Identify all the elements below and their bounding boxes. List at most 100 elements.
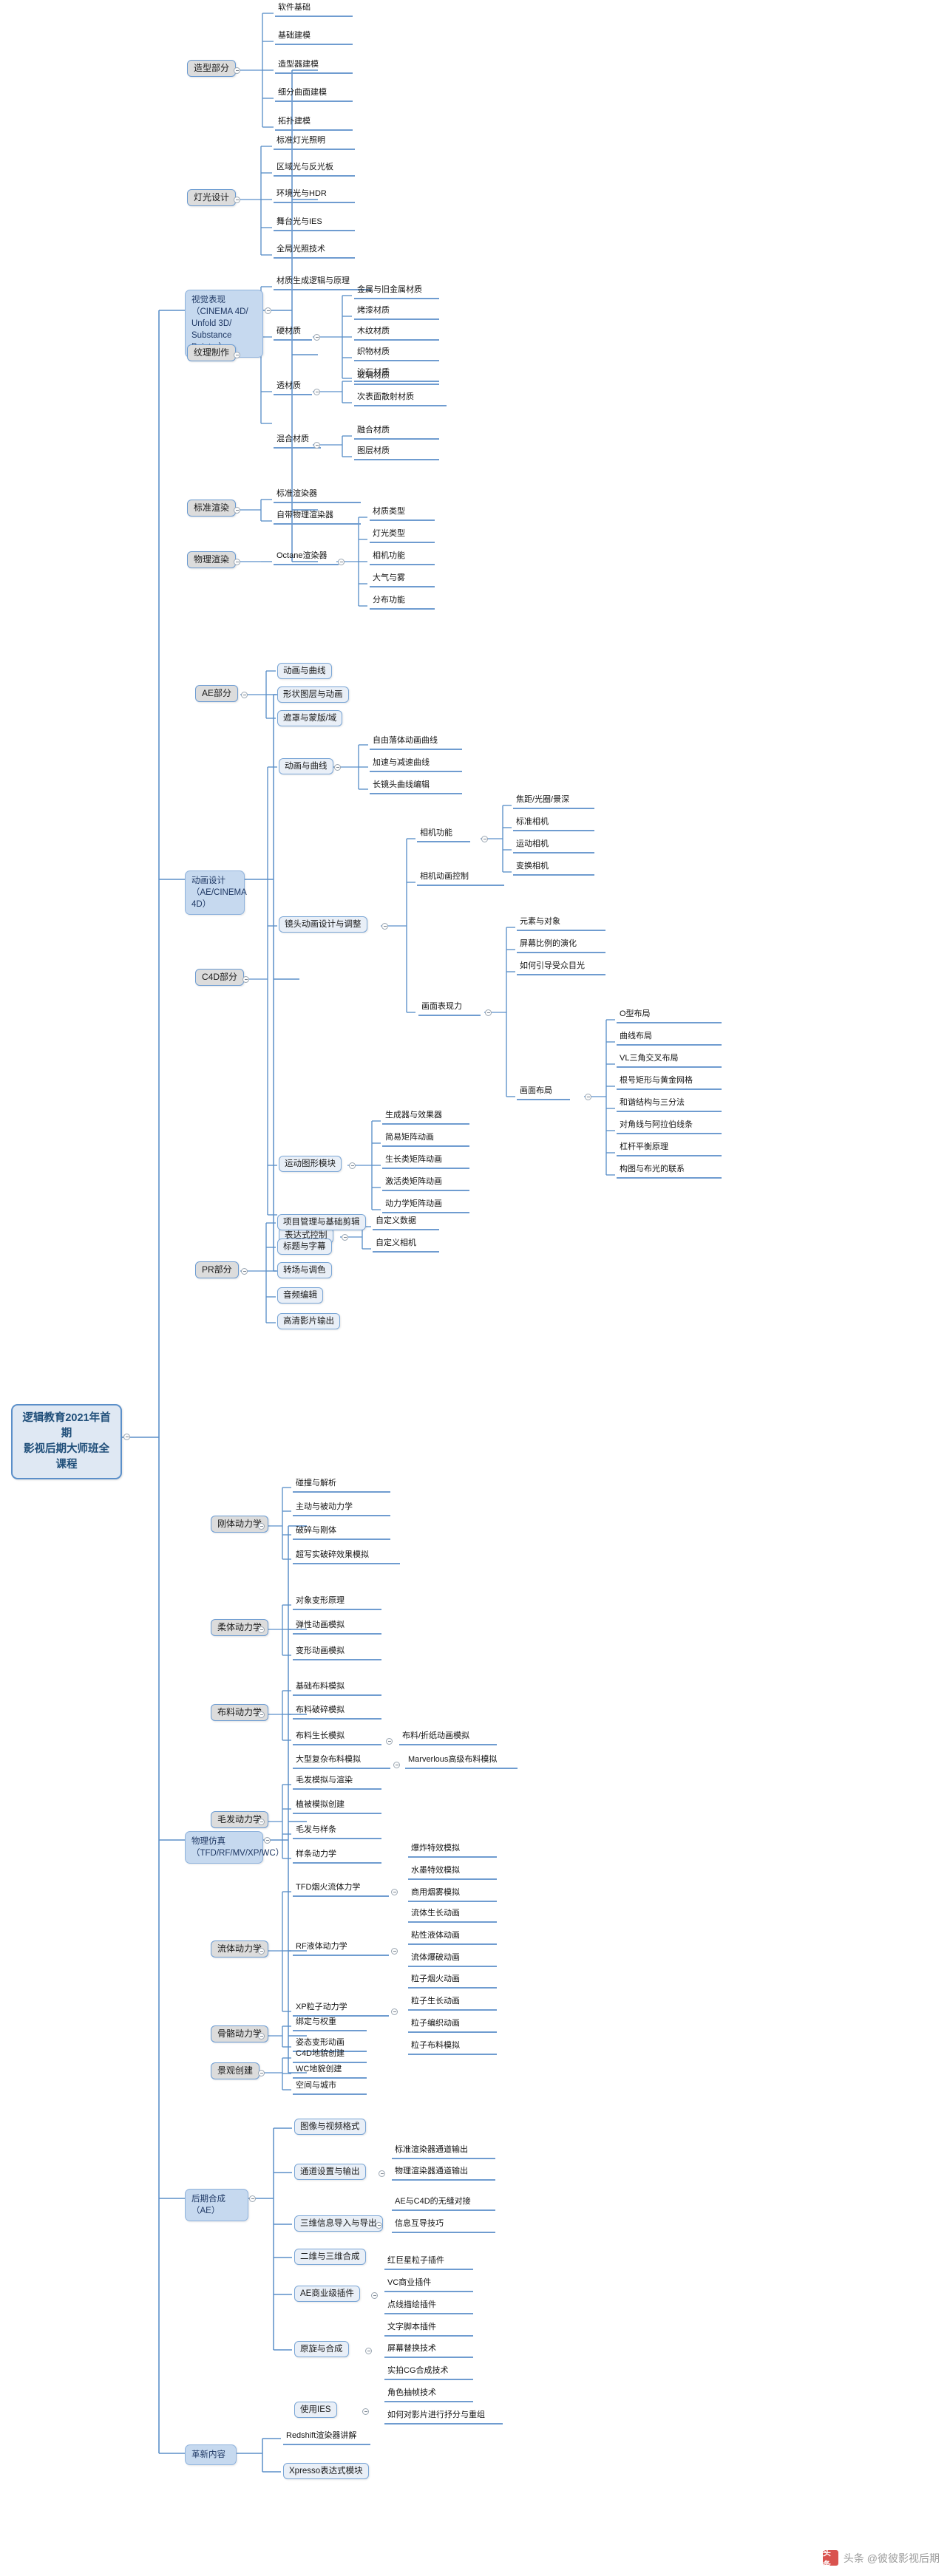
collapse-toggle[interactable] <box>234 559 240 565</box>
collapse-toggle[interactable] <box>585 1094 591 1100</box>
group-landscape[interactable]: 景观创建 <box>211 2062 260 2079</box>
leaf-growth-matrix-anim[interactable]: 生长类矩阵动画 <box>382 1155 469 1169</box>
collapse-toggle[interactable] <box>481 836 488 842</box>
collapse-toggle[interactable] <box>123 1434 130 1440</box>
collapse-toggle[interactable] <box>258 2033 265 2040</box>
group-original-compositing[interactable]: 原旋与合成 <box>294 2341 349 2358</box>
group-physical-render[interactable]: 物理渲染 <box>187 551 237 568</box>
leaf-space-city[interactable]: 空间与城市 <box>293 2081 367 2095</box>
leaf-fracture-rigidbody[interactable]: 破碎与刚体 <box>293 1526 390 1540</box>
collapse-toggle[interactable] <box>334 764 341 771</box>
leaf-film-reorganization[interactable]: 如何对影片进行抒分与重组 <box>384 2410 503 2425</box>
leaf-guide-audience-eye[interactable]: 如何引导受众目光 <box>517 961 605 975</box>
leaf-image-video-format[interactable]: 图像与视频格式 <box>294 2119 366 2136</box>
collapse-toggle[interactable] <box>234 67 240 74</box>
leaf-tfd-fire-fluid[interactable]: TFD烟火流体力学 <box>293 1883 389 1897</box>
leaf-blend-material[interactable]: 融合材质 <box>354 426 439 440</box>
leaf-rf-liquid-dynamics[interactable]: RF液体动力学 <box>293 1942 389 1956</box>
collapse-toggle[interactable] <box>362 2408 369 2415</box>
collapse-toggle[interactable] <box>241 1268 248 1275</box>
leaf-explosion-sim[interactable]: 爆炸特效模拟 <box>408 1844 497 1858</box>
leaf-diagonal-arabic-lines[interactable]: 对角线与阿拉伯线条 <box>617 1120 722 1134</box>
collapse-toggle[interactable] <box>313 389 320 395</box>
leaf-photoreal-fracture[interactable]: 超写实破碎效果模拟 <box>293 1550 400 1564</box>
leaf-ae-c4d-pipeline[interactable]: AE与C4D的无缝对接 <box>392 2197 495 2211</box>
leaf-redshift-renderer[interactable]: Redshift渲染器讲解 <box>283 2431 370 2445</box>
leaf-area-light[interactable]: 区域光与反光板 <box>274 163 355 177</box>
leaf-screen-replace[interactable]: 屏幕替换技术 <box>384 2344 473 2358</box>
collapse-toggle[interactable] <box>264 1837 271 1844</box>
collapse-toggle[interactable] <box>365 2348 372 2354</box>
leaf-particle-weave-anim[interactable]: 粒子编织动画 <box>408 2019 497 2033</box>
group-standard-render[interactable]: 标准渲染 <box>187 500 237 517</box>
leaf-standard-lighting[interactable]: 标准灯光照明 <box>274 136 355 150</box>
leaf-audio-editing[interactable]: 音频编辑 <box>277 1287 323 1304</box>
leaf-standard-camera[interactable]: 标准相机 <box>513 817 594 831</box>
leaf-root-rect-golden-grid[interactable]: 根号矩形与黄金网格 <box>617 1076 722 1090</box>
branch-physics-simulation[interactable]: 物理仿真（TFD/RF/MV/XP/WC） <box>185 1831 284 1864</box>
leaf-motion-camera[interactable]: 运动相机 <box>513 839 594 853</box>
leaf-elastic-anim-sim[interactable]: 弹性动画模拟 <box>293 1621 381 1635</box>
leaf-cloth-fracture-sim[interactable]: 布料破碎模拟 <box>293 1706 381 1720</box>
group-ae-commercial-plugins[interactable]: AE商业级插件 <box>294 2286 360 2303</box>
leaf-o-layout[interactable]: O型布局 <box>617 1009 722 1023</box>
leaf-cloth-origami-anim[interactable]: 布料/折纸动画模拟 <box>399 1731 497 1745</box>
leaf-topology-modeling[interactable]: 拓扑建模 <box>275 117 353 131</box>
leaf-hd-export[interactable]: 高清影片输出 <box>277 1313 340 1330</box>
group-visual-expressiveness[interactable]: 画面表现力 <box>418 1002 481 1016</box>
leaf-scatter-features[interactable]: 分布功能 <box>370 596 435 610</box>
leaf-info-exchange-tips[interactable]: 信息互导技巧 <box>392 2219 495 2233</box>
collapse-toggle[interactable] <box>234 352 240 358</box>
leaf-standard-renderer-channels[interactable]: 标准渲染器通道输出 <box>392 2145 495 2159</box>
leaf-basic-modeling[interactable]: 基础建模 <box>275 31 353 45</box>
collapse-toggle[interactable] <box>234 507 240 514</box>
group-3d-info-io[interactable]: 三维信息导入与导出 <box>294 2215 383 2232</box>
leaf-paint-material[interactable]: 烤漆材质 <box>354 306 439 320</box>
leaf-glass-material[interactable]: 玻璃材质 <box>354 371 439 385</box>
leaf-camera-animation-control[interactable]: 相机动画控制 <box>417 872 504 886</box>
collapse-toggle[interactable] <box>376 2222 382 2229</box>
leaf-focal-aperture-dof[interactable]: 焦距/光圈/景深 <box>513 795 594 809</box>
group-animation-curves[interactable]: 动画与曲线 <box>279 758 333 775</box>
leaf-harmony-rule-of-thirds[interactable]: 和谐结构与三分法 <box>617 1098 722 1112</box>
leaf-use-ies[interactable]: 使用IES <box>294 2402 337 2419</box>
collapse-toggle[interactable] <box>258 1819 265 1825</box>
leaf-stage-ies[interactable]: 舞台光与IES <box>274 217 355 231</box>
group-c4d-part[interactable]: C4D部分 <box>195 969 245 986</box>
leaf-trapcode-particular[interactable]: 红巨星粒子插件 <box>384 2256 473 2270</box>
leaf-viscous-liquid-anim[interactable]: 粘性液体动画 <box>408 1931 497 1945</box>
leaf-cloth-growth-sim[interactable]: 布料生长模拟 <box>293 1731 381 1745</box>
collapse-toggle[interactable] <box>342 1234 348 1241</box>
leaf-particle-growth-anim[interactable]: 粒子生长动画 <box>408 1997 497 2011</box>
leaf-2d-3d-compositing[interactable]: 二维与三维合成 <box>294 2249 366 2266</box>
leaf-vegetation-create[interactable]: 植被模拟创建 <box>293 1800 381 1814</box>
leaf-dynamics-matrix-anim[interactable]: 动力学矩阵动画 <box>382 1199 469 1213</box>
group-lighting[interactable]: 灯光设计 <box>187 189 237 206</box>
leaf-fluid-burst-anim[interactable]: 流体爆破动画 <box>408 1953 497 1967</box>
leaf-builtin-physical-renderer[interactable]: 自带物理渲染器 <box>274 511 361 525</box>
collapse-toggle[interactable] <box>485 1009 492 1016</box>
leaf-collision-resolve[interactable]: 碰撞与解析 <box>293 1479 390 1493</box>
group-frame-layout[interactable]: 画面布局 <box>517 1086 570 1100</box>
collapse-toggle[interactable] <box>313 442 320 449</box>
leaf-fluid-growth-anim[interactable]: 流体生长动画 <box>408 1909 497 1923</box>
group-mograph-module[interactable]: 运动图形模块 <box>279 1156 342 1173</box>
collapse-toggle[interactable] <box>379 2170 385 2177</box>
leaf-stroke-plugins[interactable]: 点线描绘插件 <box>384 2300 473 2314</box>
leaf-aspect-ratio-evolution[interactable]: 屏幕比例的演化 <box>517 939 605 953</box>
branch-innovation[interactable]: 革新内容 <box>185 2444 237 2466</box>
group-camera-animation-design[interactable]: 镜头动画设计与调整 <box>279 916 367 933</box>
leaf-composition-lighting-link[interactable]: 构图与布光的联系 <box>617 1165 722 1179</box>
leaf-camera-features-octane[interactable]: 相机功能 <box>370 551 435 565</box>
leaf-global-illumination[interactable]: 全局光照技术 <box>274 245 355 259</box>
leaf-curve-layout[interactable]: 曲线布局 <box>617 1032 722 1046</box>
collapse-toggle[interactable] <box>393 1762 400 1768</box>
collapse-toggle[interactable] <box>249 2195 256 2202</box>
group-camera-features[interactable]: 相机功能 <box>417 828 470 842</box>
collapse-toggle[interactable] <box>258 1948 265 1955</box>
leaf-fabric-material[interactable]: 织物材质 <box>354 347 439 361</box>
leaf-ink-sim[interactable]: 水墨特效模拟 <box>408 1866 497 1880</box>
leaf-hair-spline[interactable]: 毛发与样条 <box>293 1825 381 1839</box>
leaf-atmosphere-fog[interactable]: 大气与雾 <box>370 573 435 587</box>
leaf-activate-matrix-anim[interactable]: 激活类矩阵动画 <box>382 1177 469 1191</box>
